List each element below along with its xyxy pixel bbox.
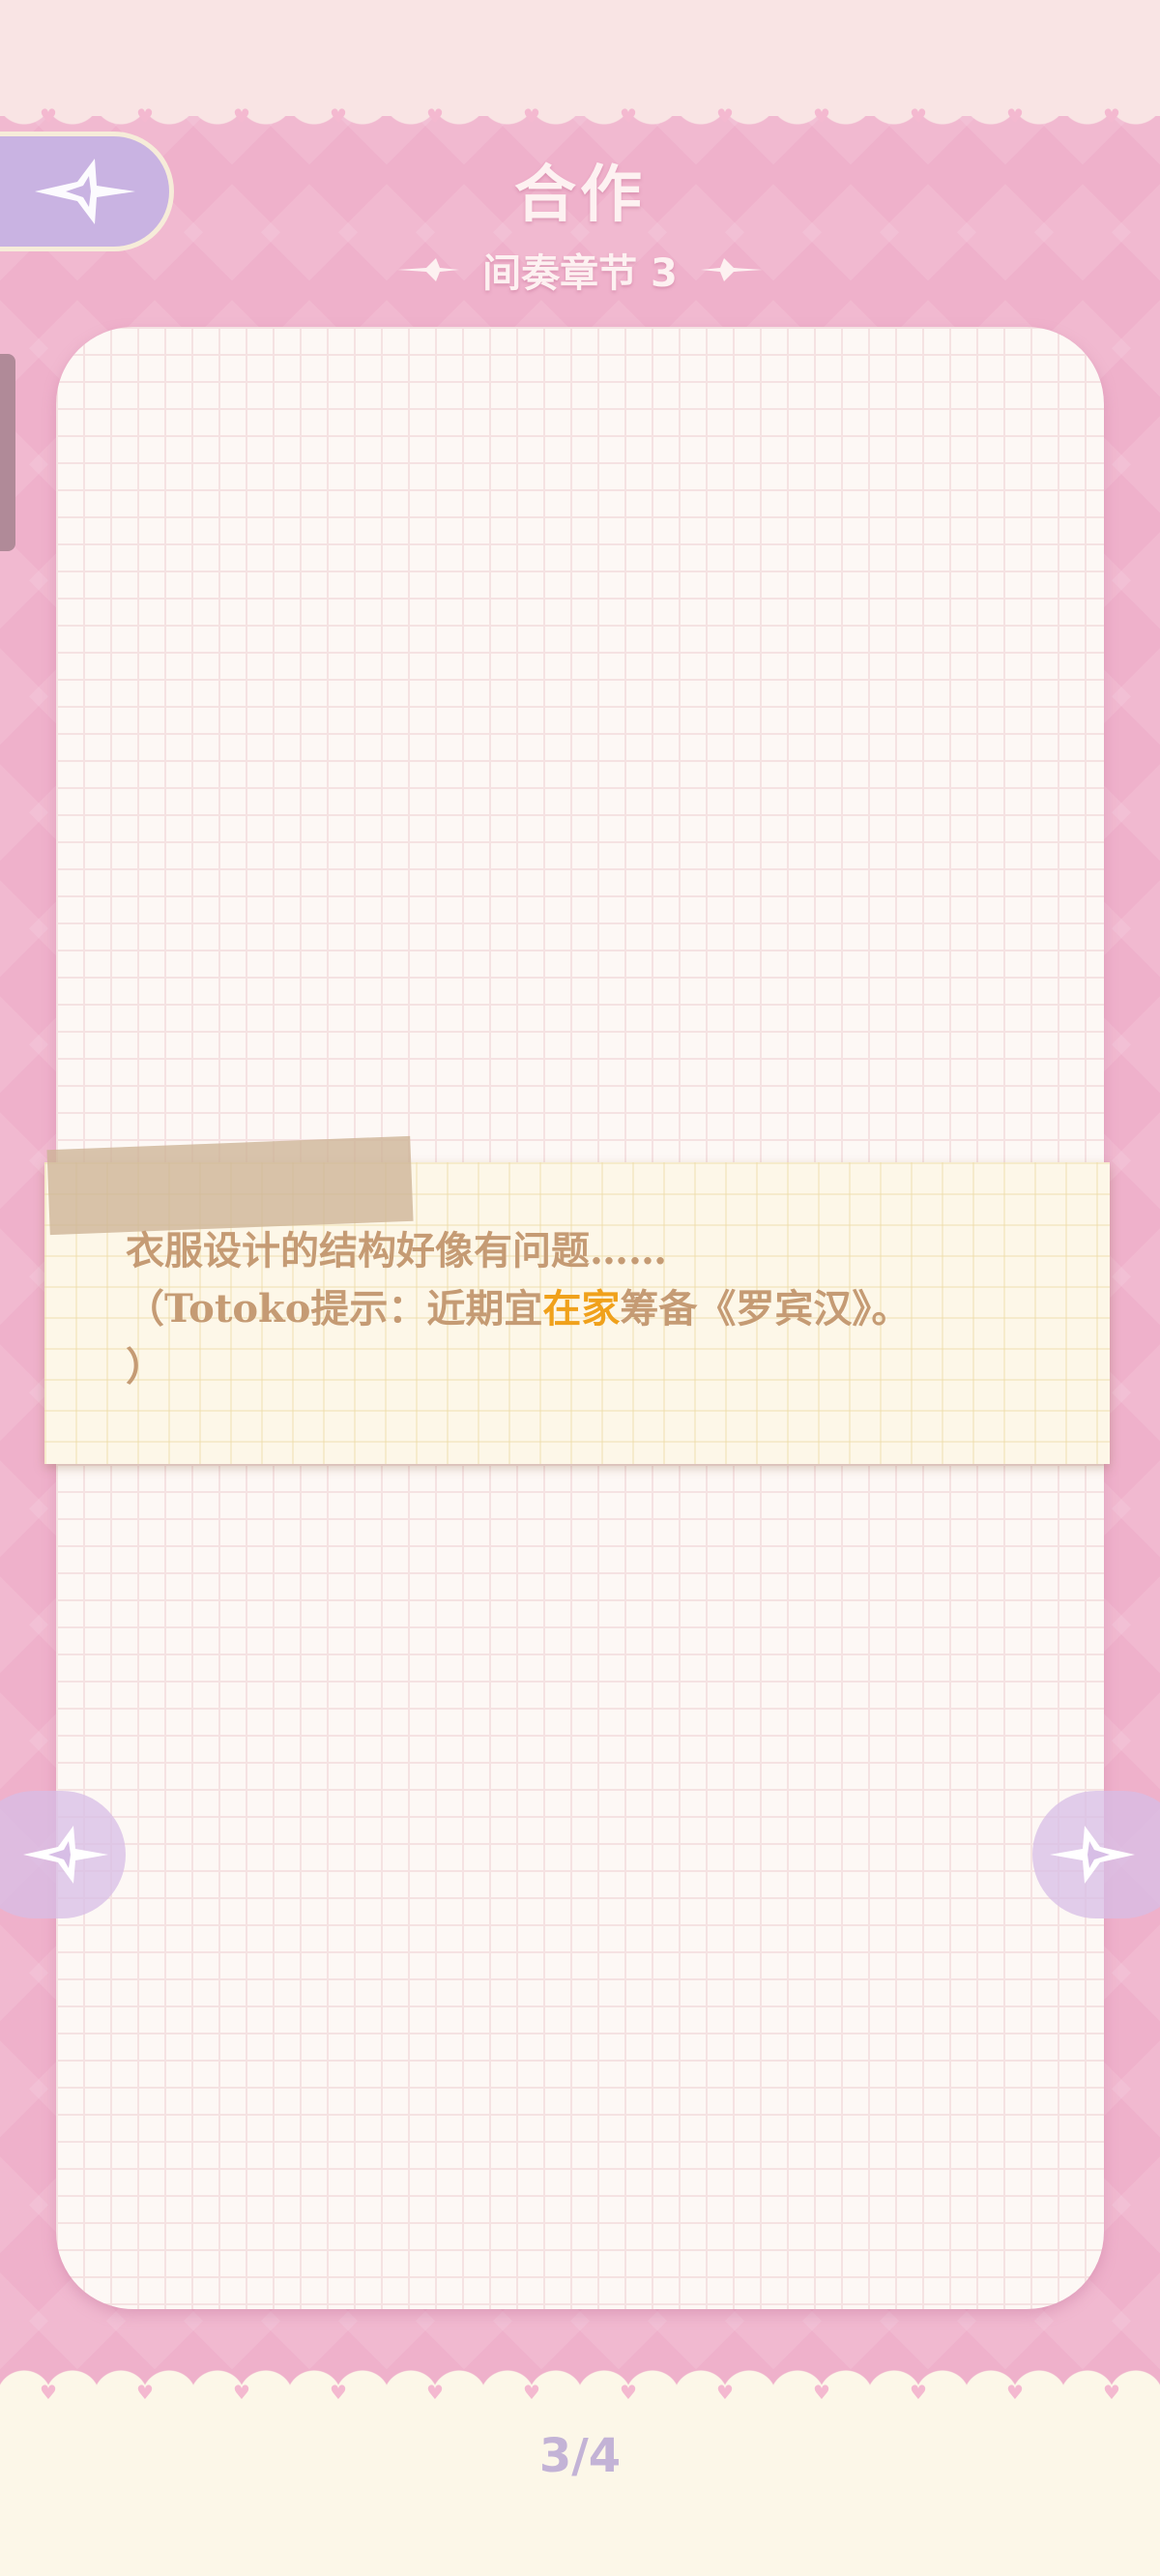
sparkle-ornament-right-icon — [700, 258, 763, 281]
note-highlight: 在家 — [542, 1286, 621, 1332]
sparkle-left-arrow-icon — [23, 1826, 108, 1884]
previous-page-button[interactable] — [0, 1791, 126, 1918]
page-title: 合作 — [514, 160, 646, 231]
next-page-button[interactable] — [1032, 1791, 1160, 1918]
note-text: 衣服设计的结构好像有问题…… （Totoko提示：近期宜在家筹备《罗宾汉》。 ） — [126, 1222, 1034, 1396]
note-line-1: 衣服设计的结构好像有问题…… — [126, 1228, 667, 1273]
note-line-2: （Totoko提示：近期宜在家筹备《罗宾汉》。 — [126, 1280, 1034, 1338]
bottom-heart-row: ♥ ♥ ♥ ♥ ♥ ♥ ♥ ♥ ♥ ♥ ♥ ♥ — [40, 2381, 1120, 2404]
note-line-2-suffix: 筹备《罗宾汉》。 — [620, 1286, 911, 1332]
sparkle-right-arrow-icon — [1050, 1826, 1135, 1884]
subtitle-row: 间奏章节 3 — [0, 242, 1160, 298]
note-line-3: ） — [126, 1344, 164, 1390]
top-heart-row: ♥ ♥ ♥ ♥ ♥ ♥ ♥ ♥ ♥ ♥ ♥ ♥ — [40, 104, 1120, 128]
sparkle-ornament-left-icon — [397, 258, 460, 281]
note-line-2-prefix: （Totoko提示：近期宜 — [126, 1286, 543, 1332]
page-indicator: 3/4 — [538, 2429, 622, 2483]
chapter-subtitle: 间奏章节 3 — [482, 251, 678, 296]
note-tape — [46, 1135, 414, 1236]
side-tab-handle[interactable] — [0, 354, 15, 551]
